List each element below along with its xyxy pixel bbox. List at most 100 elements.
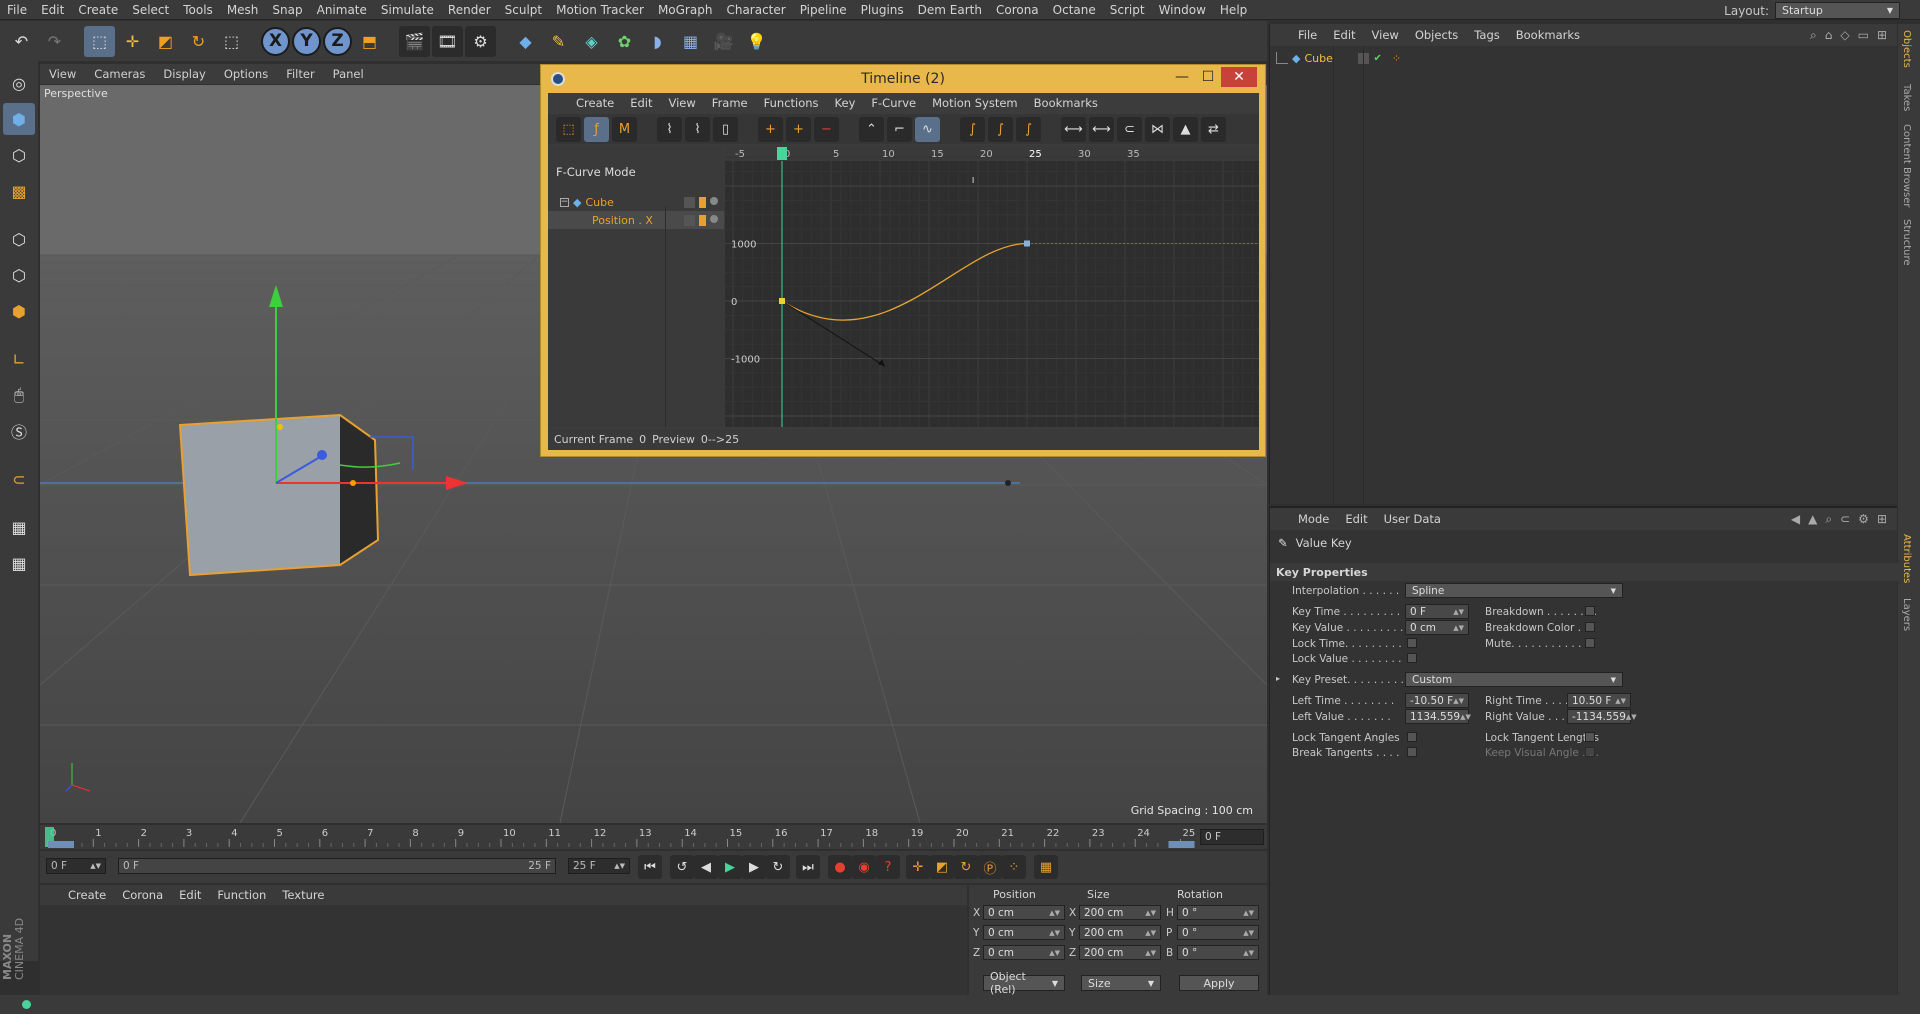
tangent-handle[interactable] bbox=[781, 300, 886, 367]
menu-item-octane[interactable]: Octane bbox=[1046, 3, 1103, 17]
timeline-menu-item-motion-system[interactable]: Motion System bbox=[924, 96, 1026, 110]
viewport-menu-item-panel[interactable]: Panel bbox=[324, 67, 373, 81]
track-layer-icon[interactable] bbox=[699, 196, 706, 208]
go-to-end-icon[interactable]: ⏭ bbox=[796, 855, 820, 879]
right-value-field[interactable]: -1134.559 ▲▼ bbox=[1567, 709, 1637, 724]
material-menu-item-edit[interactable]: Edit bbox=[171, 888, 209, 902]
polygons-mode-icon[interactable]: ⬢ bbox=[3, 295, 35, 327]
timeline-menu-item-view[interactable]: View bbox=[661, 96, 704, 110]
keyframe-0[interactable] bbox=[779, 298, 785, 304]
side-tab-takes[interactable]: Takes bbox=[1901, 84, 1912, 111]
previous-frame-icon[interactable]: ◀ bbox=[694, 855, 718, 879]
material-menu-item-corona[interactable]: Corona bbox=[114, 888, 171, 902]
search-icon[interactable]: ⌕ bbox=[1825, 512, 1832, 527]
subdivision-icon[interactable]: ◈ bbox=[576, 26, 607, 57]
pen-spline-icon[interactable]: ✎ bbox=[543, 26, 574, 57]
current-frame-marker[interactable] bbox=[777, 147, 787, 160]
material-menu-item-function[interactable]: Function bbox=[209, 888, 274, 902]
scale-icon[interactable]: ◩ bbox=[150, 26, 181, 57]
track-row-cube[interactable]: − ◆ Cube bbox=[548, 193, 724, 211]
timeline-window-icon[interactable]: ▦ bbox=[1034, 855, 1058, 879]
object-menu-item-tags[interactable]: Tags bbox=[1466, 28, 1507, 42]
model-mode-icon[interactable]: ⬡ bbox=[3, 139, 35, 171]
redo-icon[interactable]: ↷ bbox=[39, 26, 70, 57]
points-mode-icon[interactable]: ⬡ bbox=[3, 223, 35, 255]
menu-item-dem-earth[interactable]: Dem Earth bbox=[911, 3, 989, 17]
rotation-b-field[interactable]: 0 ° ▲▼ bbox=[1177, 945, 1259, 960]
left-value-field[interactable]: 1134.559 ▲▼ bbox=[1405, 709, 1471, 724]
track-layer-icon[interactable] bbox=[699, 214, 706, 226]
keyframe-25[interactable] bbox=[1024, 240, 1030, 247]
position-y-field[interactable]: 0 cm ▲▼ bbox=[983, 925, 1065, 940]
keyframe-weight-icon[interactable]: ▲ bbox=[1173, 116, 1198, 142]
search-icon[interactable]: ⌕ bbox=[1810, 28, 1817, 43]
side-tab-attributes[interactable]: Attributes bbox=[1901, 534, 1912, 583]
add-key-alt-icon[interactable]: + bbox=[786, 116, 811, 142]
cube-object[interactable] bbox=[178, 413, 380, 577]
tangent-mirror-icon[interactable]: ⇄ bbox=[1201, 116, 1226, 142]
menu-item-plugins[interactable]: Plugins bbox=[854, 3, 911, 17]
linear-tangent-icon[interactable]: ⌃ bbox=[859, 116, 884, 142]
autokey-icon[interactable]: ◉ bbox=[852, 855, 876, 879]
fcurve-position-x[interactable] bbox=[781, 242, 1028, 321]
recent-tools-icon[interactable]: ⬚ bbox=[216, 26, 247, 57]
side-tab-structure[interactable]: Structure bbox=[1901, 219, 1912, 266]
tag-icon[interactable]: ⁘ bbox=[1392, 52, 1401, 65]
coordinate-system-icon[interactable]: ⬒ bbox=[354, 26, 385, 57]
new-window-icon[interactable]: ⊞ bbox=[1877, 512, 1887, 527]
minimize-icon[interactable]: — bbox=[1169, 67, 1195, 87]
menu-item-pipeline[interactable]: Pipeline bbox=[793, 3, 854, 17]
key-preset-dropdown[interactable]: Custom ▼ bbox=[1405, 672, 1623, 687]
undo-icon[interactable]: ↶ bbox=[6, 26, 37, 57]
lock-icon[interactable]: ⊂ bbox=[1840, 512, 1850, 527]
mute-checkbox[interactable] bbox=[1585, 638, 1595, 648]
timeline-menu-item-bookmarks[interactable]: Bookmarks bbox=[1026, 96, 1106, 110]
fcurve-graph[interactable]: -5 0 5 10 15 20 25 30 35 1000 0 -1000 bbox=[725, 145, 1259, 427]
apply-button[interactable]: Apply bbox=[1179, 975, 1259, 991]
viewport-menu-item-display[interactable]: Display bbox=[154, 67, 214, 81]
position-x-field[interactable]: 0 cm ▲▼ bbox=[983, 905, 1065, 920]
timeline-titlebar[interactable]: Timeline (2) — ☐ ✕ bbox=[541, 65, 1265, 93]
ease-ease-icon[interactable]: ∫ bbox=[1016, 116, 1041, 142]
x-axis-lock-button[interactable]: X bbox=[261, 26, 290, 56]
cloner-icon[interactable]: ✿ bbox=[609, 26, 640, 57]
solo-icon[interactable]: Ⓢ bbox=[3, 415, 35, 447]
live-selection-icon[interactable]: ⬚ bbox=[84, 25, 115, 57]
attribute-menu-item-edit[interactable]: Edit bbox=[1337, 512, 1375, 526]
attribute-menu-item-mode[interactable]: Mode bbox=[1290, 512, 1337, 526]
z-axis-lock-button[interactable]: Z bbox=[323, 26, 352, 56]
viewport-menu-item-filter[interactable]: Filter bbox=[277, 67, 323, 81]
object-menu-item-objects[interactable]: Objects bbox=[1407, 28, 1466, 42]
side-tab-layers[interactable]: Layers bbox=[1901, 598, 1912, 631]
track-solo-icon[interactable] bbox=[710, 214, 718, 223]
key-scale-icon[interactable]: ◩ bbox=[930, 855, 954, 879]
menu-item-tools[interactable]: Tools bbox=[176, 3, 220, 17]
lock-tangent-lengths-checkbox[interactable] bbox=[1585, 732, 1595, 742]
spline-tangent-icon[interactable]: ∿ bbox=[915, 116, 940, 142]
lock-value-checkbox[interactable] bbox=[1407, 653, 1417, 663]
time-ruler[interactable]: 0123456789101112131415161718192021222324… bbox=[40, 825, 1267, 849]
zero-length-icon[interactable]: ⟷ bbox=[1089, 116, 1114, 142]
breakdown-color-checkbox[interactable] bbox=[1585, 622, 1595, 632]
record-icon[interactable]: ● bbox=[828, 855, 852, 879]
object-name[interactable]: Cube bbox=[1304, 52, 1354, 65]
rotation-h-field[interactable]: 0 ° ▲▼ bbox=[1177, 905, 1259, 920]
previous-key-icon[interactable]: ↺ bbox=[670, 855, 694, 879]
menu-item-script[interactable]: Script bbox=[1103, 3, 1152, 17]
break-tangents-checkbox[interactable] bbox=[1407, 747, 1417, 757]
attribute-menu-item-user-data[interactable]: User Data bbox=[1376, 512, 1449, 526]
workplane-icon[interactable]: ◎ bbox=[3, 67, 35, 99]
rotation-p-field[interactable]: 0 ° ▲▼ bbox=[1177, 925, 1259, 940]
zero-angle-icon[interactable]: ⟷ bbox=[1061, 116, 1086, 142]
move-icon[interactable]: ✛ bbox=[117, 26, 148, 57]
play-icon[interactable]: ▶ bbox=[718, 855, 742, 879]
go-to-start-icon[interactable]: ⏮ bbox=[638, 855, 662, 879]
menu-item-select[interactable]: Select bbox=[125, 3, 176, 17]
maximize-icon[interactable]: ☐ bbox=[1195, 67, 1221, 87]
menu-item-help[interactable]: Help bbox=[1213, 3, 1254, 17]
delete-key-icon[interactable]: − bbox=[814, 116, 839, 142]
key-rotation-icon[interactable]: ↻ bbox=[954, 855, 978, 879]
key-parameter-icon[interactable]: Ⓟ bbox=[978, 855, 1002, 879]
visibility-check-icon[interactable]: ✔ bbox=[1373, 53, 1381, 64]
menu-item-simulate[interactable]: Simulate bbox=[374, 3, 441, 17]
